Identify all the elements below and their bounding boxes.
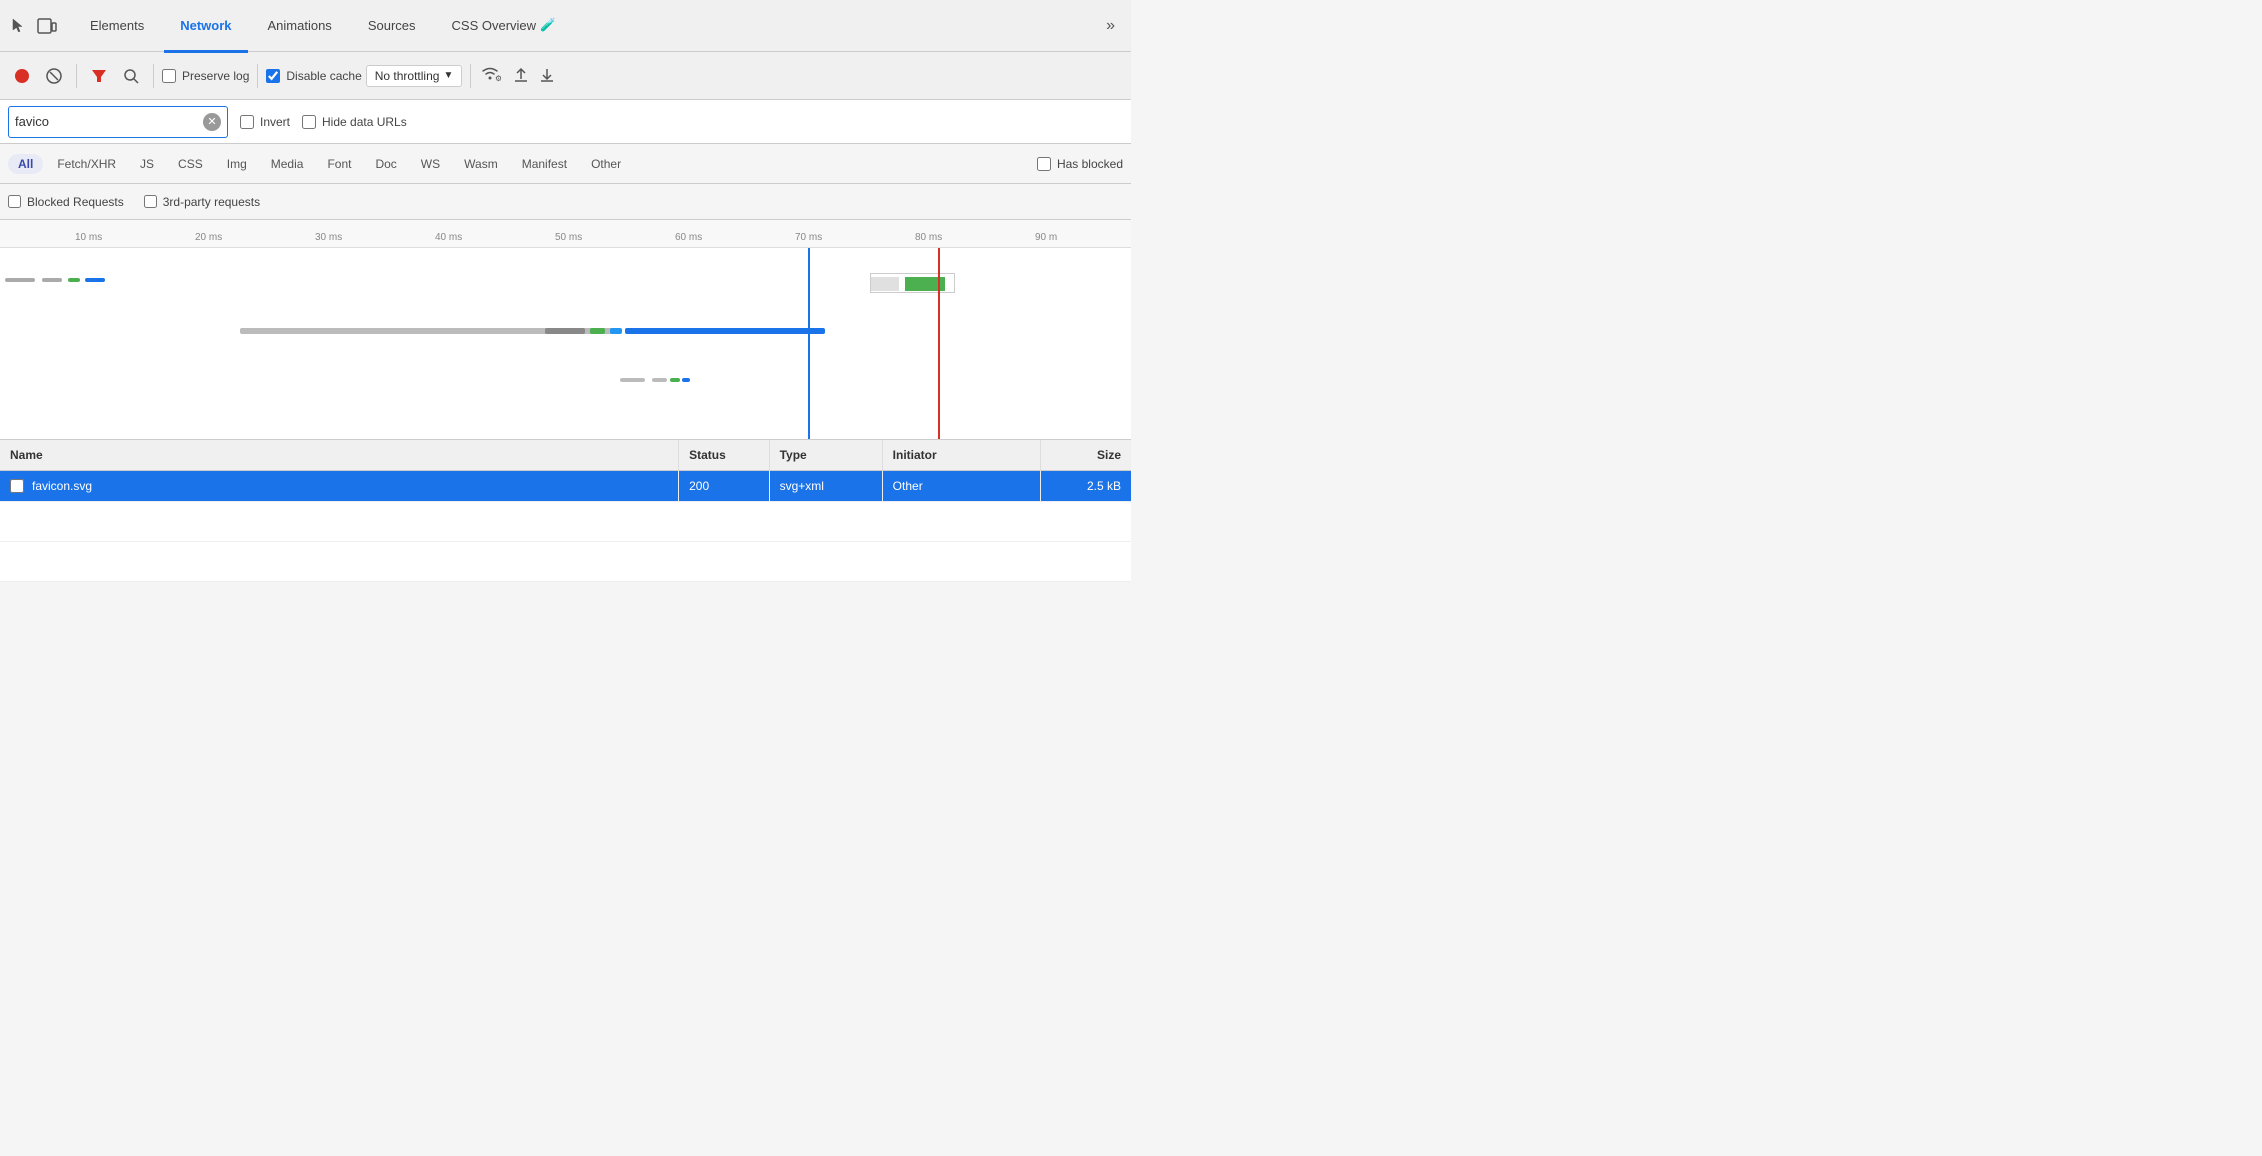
filter-icon[interactable] (85, 62, 113, 90)
cursor-icon[interactable] (8, 15, 30, 37)
empty-row-1 (0, 502, 1131, 542)
type-btn-media[interactable]: Media (261, 154, 314, 174)
search-clear-button[interactable]: ✕ (203, 113, 221, 131)
hide-data-urls-label[interactable]: Hide data URLs (302, 115, 407, 129)
tab-elements[interactable]: Elements (74, 1, 160, 53)
divider-2 (153, 64, 154, 88)
type-btn-other[interactable]: Other (581, 154, 631, 174)
third-party-requests-checkbox[interactable] (144, 195, 157, 208)
hide-data-urls-checkbox[interactable] (302, 115, 316, 129)
tick-30ms: 30 ms (315, 232, 342, 243)
has-blocked-checkbox[interactable] (1037, 157, 1051, 171)
cell-status: 200 (679, 471, 769, 502)
tick-10ms: 10 ms (75, 232, 102, 243)
blocked-requests-label[interactable]: Blocked Requests (8, 195, 124, 209)
clear-button[interactable] (40, 62, 68, 90)
preserve-log-label[interactable]: Preserve log (162, 69, 249, 83)
type-btn-js[interactable]: JS (130, 154, 164, 174)
name-cell: favicon.svg (10, 479, 668, 493)
tick-90ms: 90 m (1035, 232, 1057, 243)
vline-blue (808, 248, 810, 440)
blocked-requests-checkbox[interactable] (8, 195, 21, 208)
third-party-requests-label[interactable]: 3rd-party requests (144, 195, 260, 209)
timeline-row-3 (0, 378, 1100, 390)
cell-name: favicon.svg (0, 471, 679, 502)
type-btn-font[interactable]: Font (317, 154, 361, 174)
type-btn-fetch-xhr[interactable]: Fetch/XHR (47, 154, 126, 174)
timeline-container: 10 ms 20 ms 30 ms 40 ms 50 ms 60 ms 70 m… (0, 220, 1131, 440)
type-filter-bar: All Fetch/XHR JS CSS Img Media Font Doc … (0, 144, 1131, 184)
download-icon[interactable] (539, 65, 555, 86)
disable-cache-checkbox[interactable] (266, 69, 280, 83)
search-button[interactable] (117, 62, 145, 90)
filter-row: ✕ Invert Hide data URLs (0, 100, 1131, 144)
cell-type: svg+xml (769, 471, 882, 502)
invert-checkbox[interactable] (240, 115, 254, 129)
cell-size: 2.5 kB (1041, 471, 1132, 502)
record-button[interactable] (8, 62, 36, 90)
tick-50ms: 50 ms (555, 232, 582, 243)
search-input[interactable] (15, 114, 203, 129)
type-btn-all[interactable]: All (8, 154, 43, 174)
tab-sources[interactable]: Sources (352, 1, 432, 53)
tick-80ms: 80 ms (915, 232, 942, 243)
invert-label[interactable]: Invert (240, 115, 290, 129)
devtools-icons (8, 15, 58, 37)
tab-css-overview[interactable]: CSS Overview 🧪 (436, 1, 573, 53)
type-btn-doc[interactable]: Doc (365, 154, 406, 174)
divider-3 (257, 64, 258, 88)
search-box: ✕ (8, 106, 228, 138)
tick-70ms: 70 ms (795, 232, 822, 243)
col-size: Size (1041, 440, 1132, 471)
network-toolbar: Preserve log Disable cache No throttling… (0, 52, 1131, 100)
tick-60ms: 60 ms (675, 232, 702, 243)
type-btn-css[interactable]: CSS (168, 154, 213, 174)
timeline-area (0, 248, 1131, 440)
col-name: Name (0, 440, 679, 471)
row-checkbox[interactable] (10, 479, 24, 493)
timeline-bar-box (870, 273, 955, 293)
tick-20ms: 20 ms (195, 232, 222, 243)
tab-animations[interactable]: Animations (252, 1, 348, 53)
more-tabs-button[interactable]: » (1098, 13, 1123, 39)
svg-text:⚙: ⚙ (495, 74, 501, 82)
disable-cache-label[interactable]: Disable cache (266, 69, 361, 83)
type-btn-wasm[interactable]: Wasm (454, 154, 508, 174)
col-status: Status (679, 440, 769, 471)
cell-initiator: Other (882, 471, 1040, 502)
preserve-log-checkbox[interactable] (162, 69, 176, 83)
table-header-row: Name Status Type Initiator Size (0, 440, 1131, 471)
has-blocked-label[interactable]: Has blocked (1037, 157, 1123, 171)
divider-1 (76, 64, 77, 88)
type-btn-manifest[interactable]: Manifest (512, 154, 577, 174)
tick-40ms: 40 ms (435, 232, 462, 243)
device-toggle-icon[interactable] (36, 15, 58, 37)
blocked-row: Blocked Requests 3rd-party requests (0, 184, 1131, 220)
col-initiator: Initiator (882, 440, 1040, 471)
vline-red (938, 248, 940, 440)
flask-icon: 🧪 (540, 17, 556, 33)
chevron-down-icon: ▼ (443, 70, 453, 81)
table-row[interactable]: favicon.svg 200 svg+xml Other 2.5 kB (0, 471, 1131, 502)
type-btn-img[interactable]: Img (217, 154, 257, 174)
divider-4 (470, 64, 471, 88)
empty-row-2 (0, 542, 1131, 582)
col-type: Type (769, 440, 882, 471)
type-btn-ws[interactable]: WS (411, 154, 450, 174)
timeline-ruler: 10 ms 20 ms 30 ms 40 ms 50 ms 60 ms 70 m… (0, 220, 1131, 248)
network-table: Name Status Type Initiator Size favicon.… (0, 440, 1131, 582)
throttling-select[interactable]: No throttling ▼ (366, 65, 463, 87)
timeline-row-2 (0, 328, 1100, 340)
wifi-settings-icon[interactable]: ⚙ (479, 64, 501, 87)
tab-network[interactable]: Network (164, 1, 247, 53)
upload-icon[interactable] (513, 65, 529, 86)
tab-bar: Elements Network Animations Sources CSS … (0, 0, 1131, 52)
